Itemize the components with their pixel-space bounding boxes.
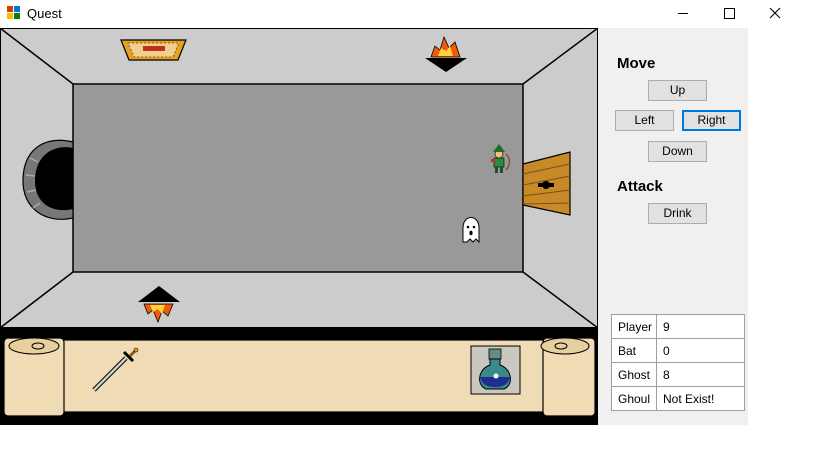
move-label: Move (617, 55, 656, 72)
stats-table: Player 9 Bat 0 Ghost 8 Ghoul Not Exist! (611, 314, 745, 411)
table-row: Player 9 (611, 314, 745, 339)
maximize-button[interactable] (706, 0, 752, 28)
blue-potion-icon[interactable] (470, 345, 521, 395)
move-left-button[interactable]: Left (615, 110, 674, 131)
stat-name: Ghost (611, 362, 657, 387)
app-icon (7, 6, 20, 19)
control-panel: Move Up Left Right Down Attack Drink Pla… (598, 28, 748, 425)
table-row: Ghost 8 (611, 362, 745, 387)
stat-name: Bat (611, 338, 657, 363)
stat-value: Not Exist! (656, 386, 745, 411)
stat-value: 0 (656, 338, 745, 363)
maximize-icon (724, 8, 735, 19)
stat-name: Ghoul (611, 386, 657, 411)
close-icon (769, 7, 781, 19)
attack-label: Attack (617, 178, 663, 195)
stat-name: Player (611, 314, 657, 339)
drink-button[interactable]: Drink (648, 203, 707, 224)
move-down-button[interactable]: Down (648, 141, 707, 162)
move-right-button[interactable]: Right (682, 110, 741, 131)
title-bar: Quest (0, 0, 819, 28)
game-window: Move Up Left Right Down Attack Drink Pla… (0, 28, 748, 425)
stat-value: 9 (656, 314, 745, 339)
move-up-button[interactable]: Up (648, 80, 707, 101)
ghost-icon (462, 217, 480, 244)
window-title: Quest (27, 6, 62, 21)
close-button[interactable] (752, 0, 798, 28)
stat-value: 8 (656, 362, 745, 387)
table-row: Ghoul Not Exist! (611, 386, 745, 411)
room-floor (72, 83, 524, 273)
trapdoor-icon[interactable] (120, 39, 187, 61)
table-row: Bat 0 (611, 338, 745, 363)
dungeon-room (0, 28, 598, 425)
